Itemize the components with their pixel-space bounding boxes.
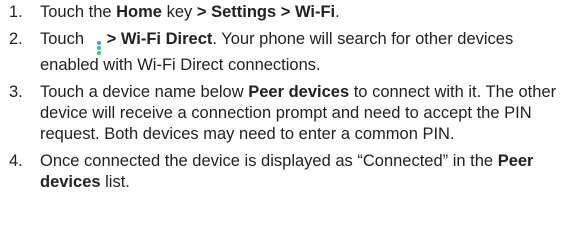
step-number: 1. (9, 3, 23, 21)
step-text: Touch > Wi-Fi Direct. Your phone will se… (40, 30, 514, 74)
more-options-icon (96, 41, 101, 55)
more-options-dot (96, 41, 101, 45)
step-2: 2. Touch > Wi-Fi Direct. Your phone will… (0, 29, 582, 76)
instruction-steps: 1. Touch the Home key > Settings > Wi-Fi… (0, 0, 582, 193)
step-3: 3. Touch a device name below Peer device… (0, 82, 582, 145)
more-options-dot (96, 51, 101, 55)
step-1: 1. Touch the Home key > Settings > Wi-Fi… (0, 2, 582, 23)
step-text: Touch a device name below Peer devices t… (40, 83, 557, 143)
step-4: 4. Once connected the device is displaye… (0, 151, 582, 193)
step-number: 3. (9, 83, 23, 101)
step-number: 4. (9, 152, 23, 170)
step-text: Touch the Home key > Settings > Wi-Fi. (40, 3, 340, 21)
step-number: 2. (9, 30, 23, 48)
step-text: Once connected the device is displayed a… (40, 152, 534, 191)
more-options-dot (96, 46, 101, 50)
